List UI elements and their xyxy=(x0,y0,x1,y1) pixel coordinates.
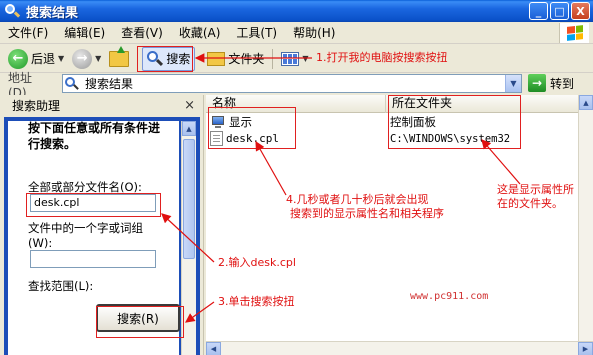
annotation-step-3: 3.单击搜索按扭 xyxy=(218,295,295,308)
views-dropdown-icon[interactable]: ▼ xyxy=(302,54,308,63)
go-arrow-icon: → xyxy=(528,74,546,92)
back-label: 后退 xyxy=(31,52,56,66)
highlight-search-submit xyxy=(96,306,184,338)
scroll-up-icon[interactable]: ▲ xyxy=(182,121,196,136)
phrase-input[interactable] xyxy=(30,250,156,268)
menu-bar: 文件(F) 编辑(E) 查看(V) 收藏(A) 工具(T) 帮助(H) xyxy=(0,22,593,44)
list-horizontal-scrollbar[interactable]: ◀ ▶ xyxy=(206,341,593,355)
phrase-label: 文件中的一个字或词组(W): xyxy=(28,221,143,250)
maximize-button[interactable]: □ xyxy=(550,2,569,20)
menu-view[interactable]: 查看(V) xyxy=(113,23,171,43)
back-button[interactable]: ← 后退 ▼ xyxy=(4,47,68,71)
highlight-result-names xyxy=(208,107,296,149)
watermark-text: www.pc911.com xyxy=(410,291,489,302)
scroll-right-icon[interactable]: ▶ xyxy=(578,342,593,355)
annotation-step-1: 1.打开我的电脑按搜索按扭 xyxy=(316,51,448,64)
menu-edit[interactable]: 编辑(E) xyxy=(56,23,113,43)
annotation-folder-note-line-1: 这是显示属性所 xyxy=(497,183,574,196)
scroll-thumb[interactable] xyxy=(183,139,195,259)
toolbar: ← 后退 ▼ → ▼ 搜索 文件夹 ▼ xyxy=(0,45,593,73)
go-label: 转到 xyxy=(550,76,575,91)
back-dropdown-icon[interactable]: ▼ xyxy=(58,54,64,63)
close-button[interactable]: X xyxy=(571,2,590,20)
forward-button[interactable]: → ▼ xyxy=(68,47,105,71)
forward-arrow-icon: → xyxy=(72,48,93,69)
annotation-step-4-line-2: 搜索到的显示属性名和相关程序 xyxy=(290,207,444,220)
folders-label: 文件夹 xyxy=(228,52,265,66)
panel-heading: 按下面任意或所有条件进行搜索。 xyxy=(28,121,161,151)
highlight-result-folders xyxy=(388,95,521,149)
go-button[interactable]: → 转到 xyxy=(528,74,574,92)
highlight-search-button xyxy=(137,46,193,72)
menu-help[interactable]: 帮助(H) xyxy=(285,23,343,43)
menu-tools[interactable]: 工具(T) xyxy=(228,23,285,43)
views-icon xyxy=(281,51,300,66)
annotation-step-4-line-1: 4.几秒或者几十秒后就会出现 xyxy=(286,193,429,206)
address-input[interactable]: 搜索结果 ▼ xyxy=(62,74,522,93)
search-icon xyxy=(4,4,21,18)
address-dropdown-icon[interactable]: ▼ xyxy=(505,75,521,92)
annotation-step-2: 2.输入desk.cpl xyxy=(218,256,296,269)
panel-header: 搜索助理 × xyxy=(0,95,203,115)
panel-title: 搜索助理 xyxy=(12,98,61,113)
highlight-filename-input xyxy=(26,193,161,217)
scroll-left-icon[interactable]: ◀ xyxy=(206,342,221,355)
back-arrow-icon: ← xyxy=(8,48,28,69)
forward-dropdown-icon[interactable]: ▼ xyxy=(95,54,101,63)
lookin-label: 查找范围(L): xyxy=(28,279,94,293)
close-icon[interactable]: × xyxy=(184,98,195,113)
scroll-up-icon[interactable]: ▲ xyxy=(579,95,593,110)
views-button[interactable]: ▼ xyxy=(277,47,312,71)
title-bar: 搜索结果 _ □ X xyxy=(0,0,593,22)
address-bar: 地址(D) 搜索结果 ▼ → 转到 xyxy=(0,71,593,100)
folders-icon xyxy=(205,51,226,70)
window-title: 搜索结果 xyxy=(26,5,79,21)
folders-button[interactable]: 文件夹 xyxy=(203,47,268,71)
menu-file[interactable]: 文件(F) xyxy=(0,23,56,43)
window-controls: _ □ X xyxy=(529,2,590,20)
folder-up-icon xyxy=(109,45,130,67)
up-folder-button[interactable] xyxy=(105,45,133,71)
search-results-icon xyxy=(65,76,81,91)
menu-favorites[interactable]: 收藏(A) xyxy=(171,23,229,43)
list-vertical-scrollbar[interactable]: ▲ xyxy=(578,95,593,341)
minimize-button[interactable]: _ xyxy=(529,2,548,20)
toolbar-divider xyxy=(272,48,274,69)
address-value: 搜索结果 xyxy=(85,77,134,91)
windows-logo-icon xyxy=(559,23,589,43)
annotation-folder-note-line-2: 在的文件夹。 xyxy=(497,197,563,210)
